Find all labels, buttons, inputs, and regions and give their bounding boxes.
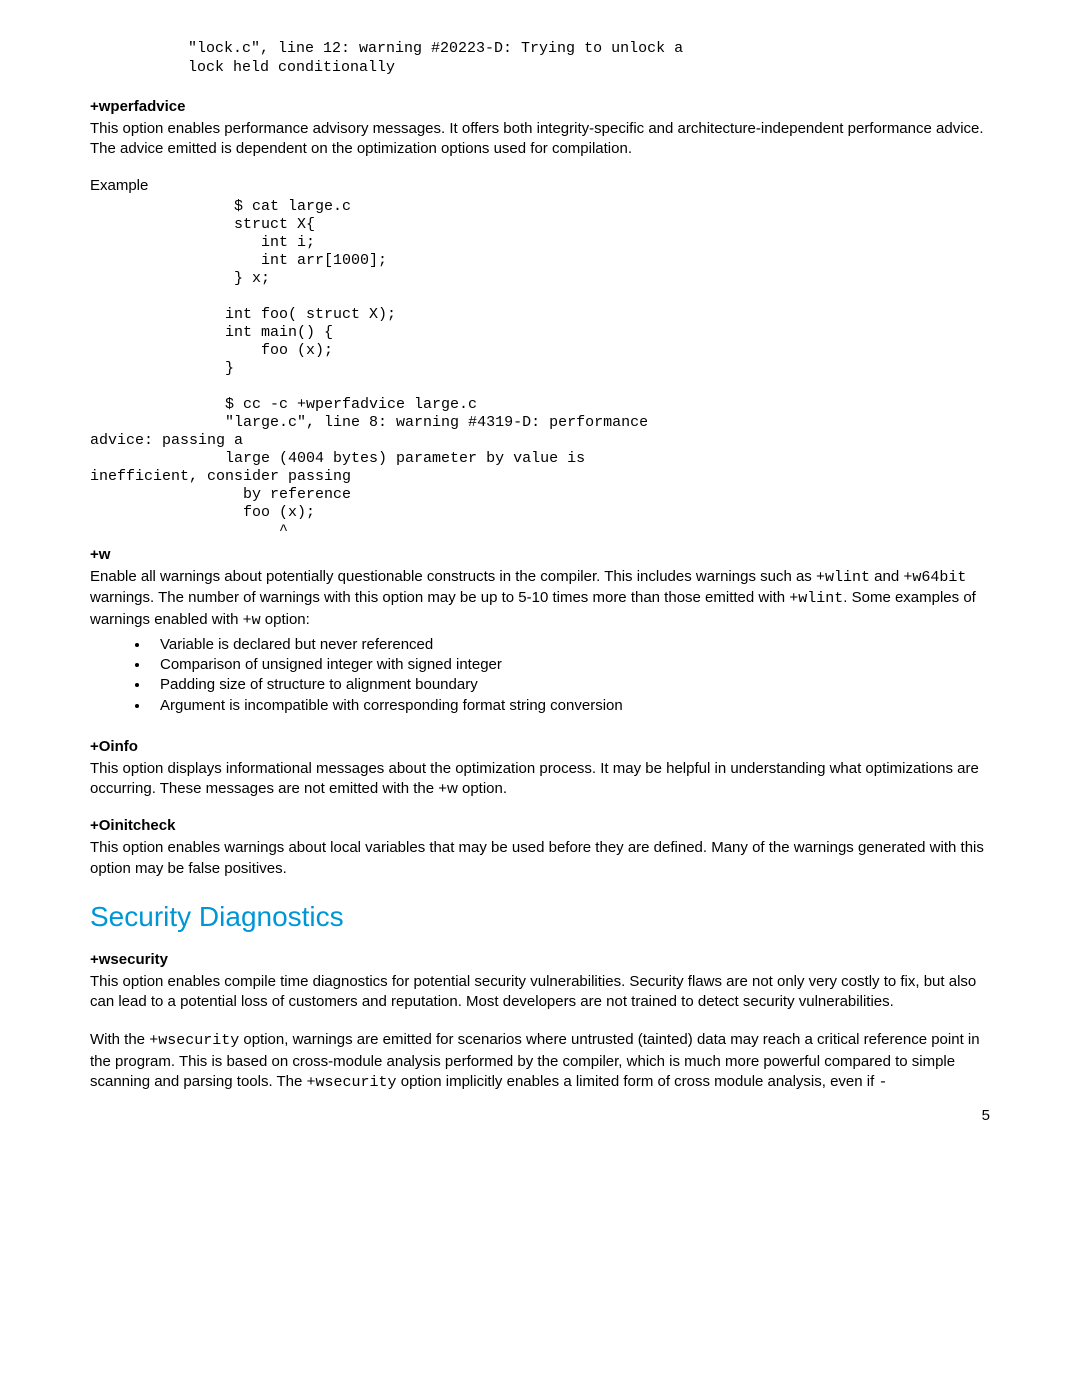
inline-code: +w64bit <box>903 569 966 586</box>
text-span: and <box>870 568 903 585</box>
inline-code: +wsecurity <box>307 1074 397 1091</box>
para-wsecurity-2: With the +wsecurity option, warnings are… <box>90 1030 990 1093</box>
text-span: option: <box>261 611 310 628</box>
text-span: Enable all warnings about potentially qu… <box>90 568 816 585</box>
heading-w: +w <box>90 546 990 563</box>
heading-wsecurity: +wsecurity <box>90 951 990 968</box>
page-number: 5 <box>90 1107 990 1124</box>
para-wsecurity-1: This option enables compile time diagnos… <box>90 972 990 1013</box>
list-item: Comparison of unsigned integer with sign… <box>150 655 990 675</box>
list-item: Padding size of structure to alignment b… <box>150 675 990 695</box>
para-w: Enable all warnings about potentially qu… <box>90 567 990 631</box>
heading-wperfadvice: +wperfadvice <box>90 98 990 115</box>
para-oinfo: This option displays informational messa… <box>90 759 990 800</box>
code-block-lock-warning: "lock.c", line 12: warning #20223-D: Try… <box>188 40 990 78</box>
bullet-list-w: Variable is declared but never reference… <box>90 635 990 716</box>
text-span: option implicitly enables a limited form… <box>397 1073 879 1090</box>
list-item: Variable is declared but never reference… <box>150 635 990 655</box>
heading-oinitcheck: +Oinitcheck <box>90 817 990 834</box>
heading-oinfo: +Oinfo <box>90 738 990 755</box>
h1-security-diagnostics: Security Diagnostics <box>90 901 990 933</box>
inline-code: +wsecurity <box>149 1032 239 1049</box>
inline-code: +wlint <box>789 590 843 607</box>
code-block-wperfadvice-example: $ cat large.c struct X{ int i; int arr[1… <box>90 198 990 540</box>
para-wperfadvice: This option enables performance advisory… <box>90 119 990 160</box>
document-page: "lock.c", line 12: warning #20223-D: Try… <box>0 0 1080 1154</box>
inline-code: +w <box>243 612 261 629</box>
text-span: With the <box>90 1031 149 1048</box>
list-item: Argument is incompatible with correspond… <box>150 696 990 716</box>
inline-code: - <box>878 1074 887 1091</box>
text-span: warnings. The number of warnings with th… <box>90 589 789 606</box>
inline-code: +wlint <box>816 569 870 586</box>
para-oinitcheck: This option enables warnings about local… <box>90 838 990 879</box>
example-label: Example <box>90 177 990 194</box>
